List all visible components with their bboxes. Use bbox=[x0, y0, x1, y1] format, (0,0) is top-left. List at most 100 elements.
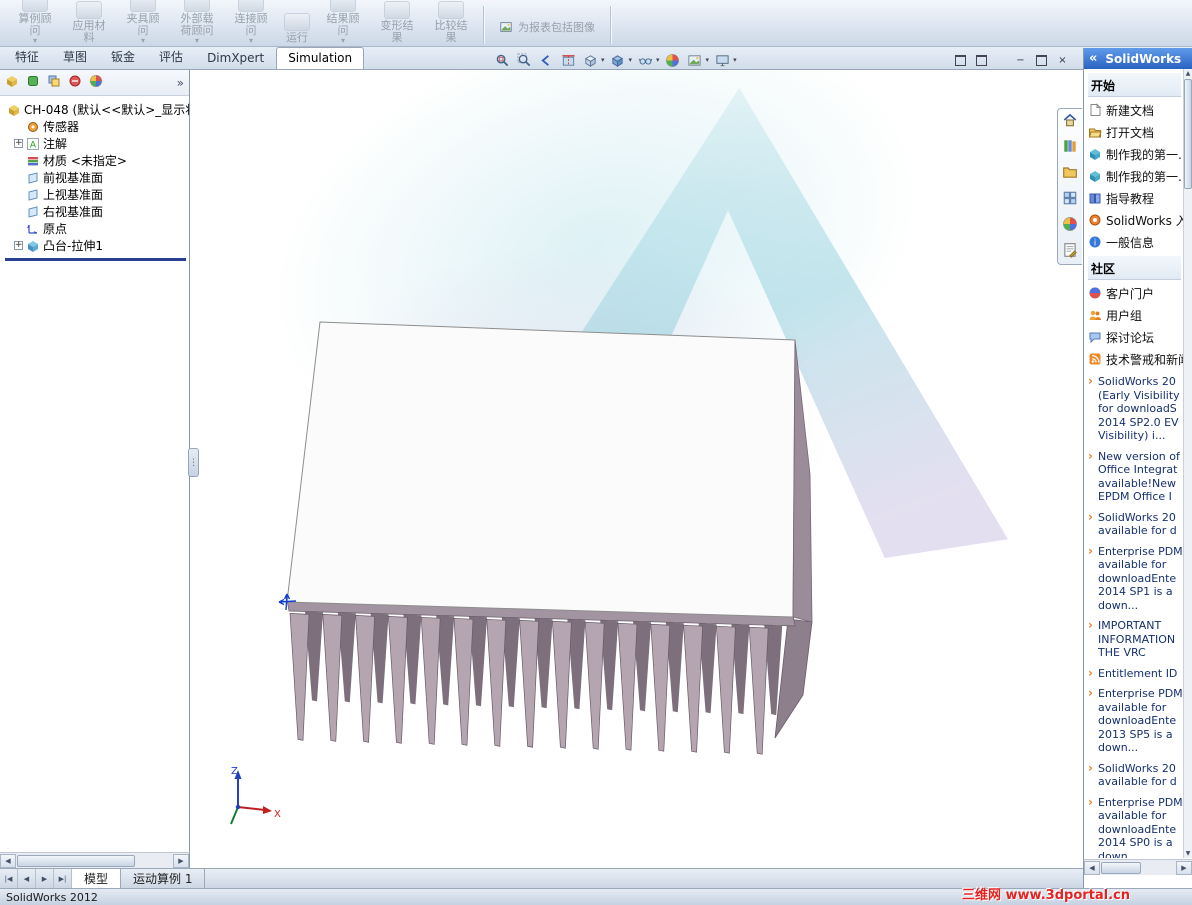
sheet-nav-button-1[interactable]: ◀ bbox=[18, 869, 36, 888]
news-link[interactable]: SolidWorks 20available for d bbox=[1088, 762, 1183, 789]
command-tab-5[interactable]: Simulation bbox=[276, 47, 365, 69]
news-link[interactable]: SolidWorks 20(Early Visibilityfor downlo… bbox=[1088, 375, 1183, 443]
command-tab-0[interactable]: 特征 bbox=[3, 44, 51, 69]
results-advisor-button[interactable]: 结果顾问 ▾ bbox=[322, 0, 364, 45]
task-pane-item[interactable]: i 一般信息 bbox=[1088, 231, 1183, 253]
bottom-tab-1[interactable]: 运动算例 1 bbox=[121, 869, 206, 888]
zoom-to-area-button[interactable] bbox=[514, 51, 534, 69]
scroll-right-button[interactable]: ▶ bbox=[173, 853, 189, 868]
task-pane-item[interactable]: 新建文档 bbox=[1088, 99, 1183, 121]
task-pane-item[interactable]: 指导教程 bbox=[1088, 187, 1183, 209]
task-pane-horizontal-scrollbar[interactable]: ◀ ▶ bbox=[1084, 859, 1192, 875]
compare-results-button[interactable]: 比较结果 bbox=[430, 1, 472, 44]
minimize-button[interactable]: − bbox=[1012, 53, 1029, 67]
command-tab-3[interactable]: 评估 bbox=[147, 44, 195, 69]
command-tab-2[interactable]: 钣金 bbox=[99, 44, 147, 69]
task-pane-item[interactable]: 用户组 bbox=[1088, 304, 1183, 326]
appearances-scenes-tab[interactable] bbox=[1062, 216, 1078, 235]
restore-pane-right-button[interactable] bbox=[973, 53, 990, 67]
file-explorer-tab[interactable] bbox=[1062, 164, 1078, 183]
expand-panel-chevrons[interactable]: » bbox=[177, 76, 184, 90]
tree-item[interactable]: 上视基准面 bbox=[2, 186, 187, 203]
edit-appearance-button[interactable] bbox=[663, 51, 683, 69]
task-pane-item[interactable]: 探讨论坛 bbox=[1088, 326, 1183, 348]
scroll-track[interactable] bbox=[16, 854, 173, 868]
deformed-result-button[interactable]: 变形结果 bbox=[376, 1, 418, 44]
hide-show-items-button[interactable] bbox=[635, 51, 655, 69]
display-style-button[interactable] bbox=[608, 51, 628, 69]
dropdown-arrow-icon[interactable]: ▾ bbox=[656, 56, 660, 64]
configurationmanager-tab[interactable] bbox=[47, 74, 61, 91]
task-pane-vertical-scrollbar[interactable]: ▲ ▼ bbox=[1183, 69, 1192, 858]
tree-item[interactable]: 右视基准面 bbox=[2, 203, 187, 220]
dimxpertmanager-tab[interactable] bbox=[68, 74, 82, 91]
tree-item[interactable]: + 凸台-拉伸1 bbox=[2, 237, 187, 254]
view-palette-tab[interactable] bbox=[1062, 190, 1078, 209]
command-tab-4[interactable]: DimXpert bbox=[195, 47, 276, 69]
run-button[interactable]: 运行 bbox=[284, 13, 310, 44]
bottom-tab-0[interactable]: 模型 bbox=[72, 869, 122, 888]
heatsink-model[interactable]: Z X bbox=[190, 70, 1083, 868]
news-link[interactable]: IMPORTANTINFORMATIONTHE VRC bbox=[1088, 619, 1183, 660]
tree-item[interactable]: + A 注解 bbox=[2, 135, 187, 152]
news-link[interactable]: Enterprise PDMavailable fordownloadEnte2… bbox=[1088, 796, 1183, 859]
graphics-viewport[interactable]: Z X bbox=[190, 70, 1083, 868]
restore-pane-left-button[interactable] bbox=[952, 53, 969, 67]
scroll-down-button[interactable]: ▼ bbox=[1184, 849, 1192, 858]
task-pane-item[interactable]: 客户门户 bbox=[1088, 282, 1183, 304]
propertymanager-tab[interactable] bbox=[26, 74, 40, 91]
collapse-pane-icon[interactable]: « bbox=[1089, 51, 1097, 66]
featuremanager-design-tree-tab[interactable] bbox=[5, 74, 19, 91]
apply-material-button[interactable]: 应用材料 bbox=[68, 1, 110, 44]
feature-panel-horizontal-scrollbar[interactable]: ◀ ▶ bbox=[0, 852, 190, 868]
sheet-nav-button-2[interactable]: ▶ bbox=[36, 869, 54, 888]
dropdown-arrow-icon[interactable]: ▾ bbox=[733, 56, 737, 64]
close-button[interactable]: × bbox=[1054, 53, 1071, 67]
scroll-left-button[interactable]: ◀ bbox=[0, 853, 16, 868]
tree-item[interactable]: 传感器 bbox=[2, 118, 187, 135]
task-pane-item[interactable]: 制作我的第一... bbox=[1088, 143, 1183, 165]
previous-view-button[interactable] bbox=[536, 51, 556, 69]
news-link[interactable]: Enterprise PDMavailable fordownloadEnte2… bbox=[1088, 545, 1183, 613]
view-settings-button[interactable] bbox=[712, 51, 732, 69]
news-link[interactable]: Entitlement ID bbox=[1088, 667, 1183, 681]
section-view-button[interactable] bbox=[558, 51, 578, 69]
view-orientation-button[interactable] bbox=[580, 51, 600, 69]
design-library-tab[interactable] bbox=[1062, 138, 1078, 157]
task-pane-item[interactable]: 技术警戒和新闻 bbox=[1088, 348, 1183, 370]
scroll-thumb[interactable] bbox=[1184, 79, 1192, 189]
news-link[interactable]: Enterprise PDMavailable fordownloadEnte2… bbox=[1088, 687, 1183, 755]
panel-splitter-handle[interactable]: ⋮ bbox=[188, 448, 199, 477]
rollback-bar[interactable] bbox=[5, 258, 186, 261]
expand-plus-icon[interactable]: + bbox=[14, 241, 23, 250]
tree-item[interactable]: 原点 bbox=[2, 220, 187, 237]
include-image-for-report-button[interactable]: 为报表包括图像 bbox=[499, 20, 595, 34]
task-pane-item[interactable]: 打开文档 bbox=[1088, 121, 1183, 143]
task-pane-item[interactable]: SolidWorks 入门 bbox=[1088, 209, 1183, 231]
expand-plus-icon[interactable]: + bbox=[14, 139, 23, 148]
sheet-nav-button-0[interactable]: |◀ bbox=[0, 869, 18, 888]
scroll-left-button[interactable]: ◀ bbox=[1084, 860, 1100, 875]
external-loads-advisor-button[interactable]: 外部载荷顾问 ▾ bbox=[176, 0, 218, 45]
scroll-thumb[interactable] bbox=[1101, 861, 1141, 874]
dropdown-arrow-icon[interactable]: ▾ bbox=[706, 56, 710, 64]
custom-properties-tab[interactable] bbox=[1062, 242, 1078, 261]
study-advisor-button[interactable]: 算例顾问 ▾ bbox=[14, 0, 56, 45]
scroll-thumb[interactable] bbox=[17, 854, 135, 867]
sheet-nav-button-3[interactable]: ▶| bbox=[54, 869, 72, 888]
tree-item[interactable]: 前视基准面 bbox=[2, 169, 187, 186]
news-link[interactable]: SolidWorks 20available for d bbox=[1088, 511, 1183, 538]
task-pane-item[interactable]: 制作我的第一... bbox=[1088, 165, 1183, 187]
connections-advisor-button[interactable]: 连接顾问 ▾ bbox=[230, 0, 272, 45]
apply-scene-button[interactable] bbox=[685, 51, 705, 69]
zoom-to-fit-button[interactable] bbox=[492, 51, 512, 69]
scroll-right-button[interactable]: ▶ bbox=[1176, 860, 1192, 875]
dropdown-arrow-icon[interactable]: ▾ bbox=[601, 56, 605, 64]
news-link[interactable]: New version ofOffice Integratavailable!N… bbox=[1088, 450, 1183, 504]
restore-window-button[interactable] bbox=[1033, 53, 1050, 67]
displaymanager-tab[interactable] bbox=[89, 74, 103, 91]
fixtures-advisor-button[interactable]: 夹具顾问 ▾ bbox=[122, 0, 164, 45]
scroll-up-button[interactable]: ▲ bbox=[1184, 69, 1192, 78]
solidworks-resources-home-tab[interactable] bbox=[1062, 112, 1078, 131]
tree-item[interactable]: 材质 <未指定> bbox=[2, 152, 187, 169]
